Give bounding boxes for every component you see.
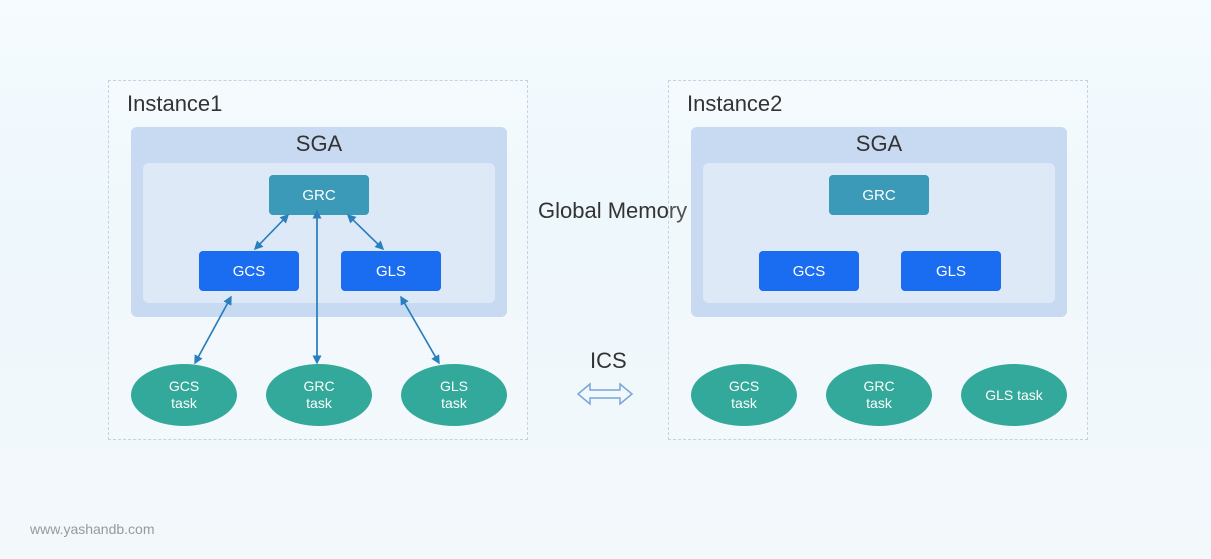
instance2-title: Instance2 [669,81,1087,117]
instance1-grc-task: GRCtask [266,364,372,426]
instance2-sga-title: SGA [691,127,1067,157]
instance2-grc-box: GRC [829,175,929,215]
instance2-gls-box: GLS [901,251,1001,291]
instance1-gcs-task: GCStask [131,364,237,426]
instance2-gcs-task: GCStask [691,364,797,426]
instance1-gls-task: GLStask [401,364,507,426]
instance1-global-memory-box: GRC GCS GLS [143,163,495,303]
instance2-grc-task: GRCtask [826,364,932,426]
instance2-container: Instance2 SGA GRC GCS GLS GCStask GRCtas… [668,80,1088,440]
instance2-gls-task: GLS task [961,364,1067,426]
architecture-diagram: Instance1 SGA GRC GCS GLS [108,80,1108,440]
footer-url: www.yashandb.com [30,521,155,537]
instance2-task-row: GCStask GRCtask GLS task [691,361,1067,429]
instance1-gcs-box: GCS [199,251,299,291]
instance1-gls-box: GLS [341,251,441,291]
instance1-grc-box: GRC [269,175,369,215]
ics-bidirectional-arrow-icon [576,380,634,408]
instance1-sga-title: SGA [131,127,507,157]
ics-label: ICS [590,348,627,374]
instance2-global-memory-box: GRC GCS GLS [703,163,1055,303]
instance2-gcs-box: GCS [759,251,859,291]
instance2-sga: SGA GRC GCS GLS [691,127,1067,317]
instance1-task-row: GCStask GRCtask GLStask [131,361,507,429]
instance1-title: Instance1 [109,81,527,117]
global-memory-label: Global Memory [538,198,687,224]
instance1-container: Instance1 SGA GRC GCS GLS [108,80,528,440]
instance1-sga: SGA GRC GCS GLS [131,127,507,317]
